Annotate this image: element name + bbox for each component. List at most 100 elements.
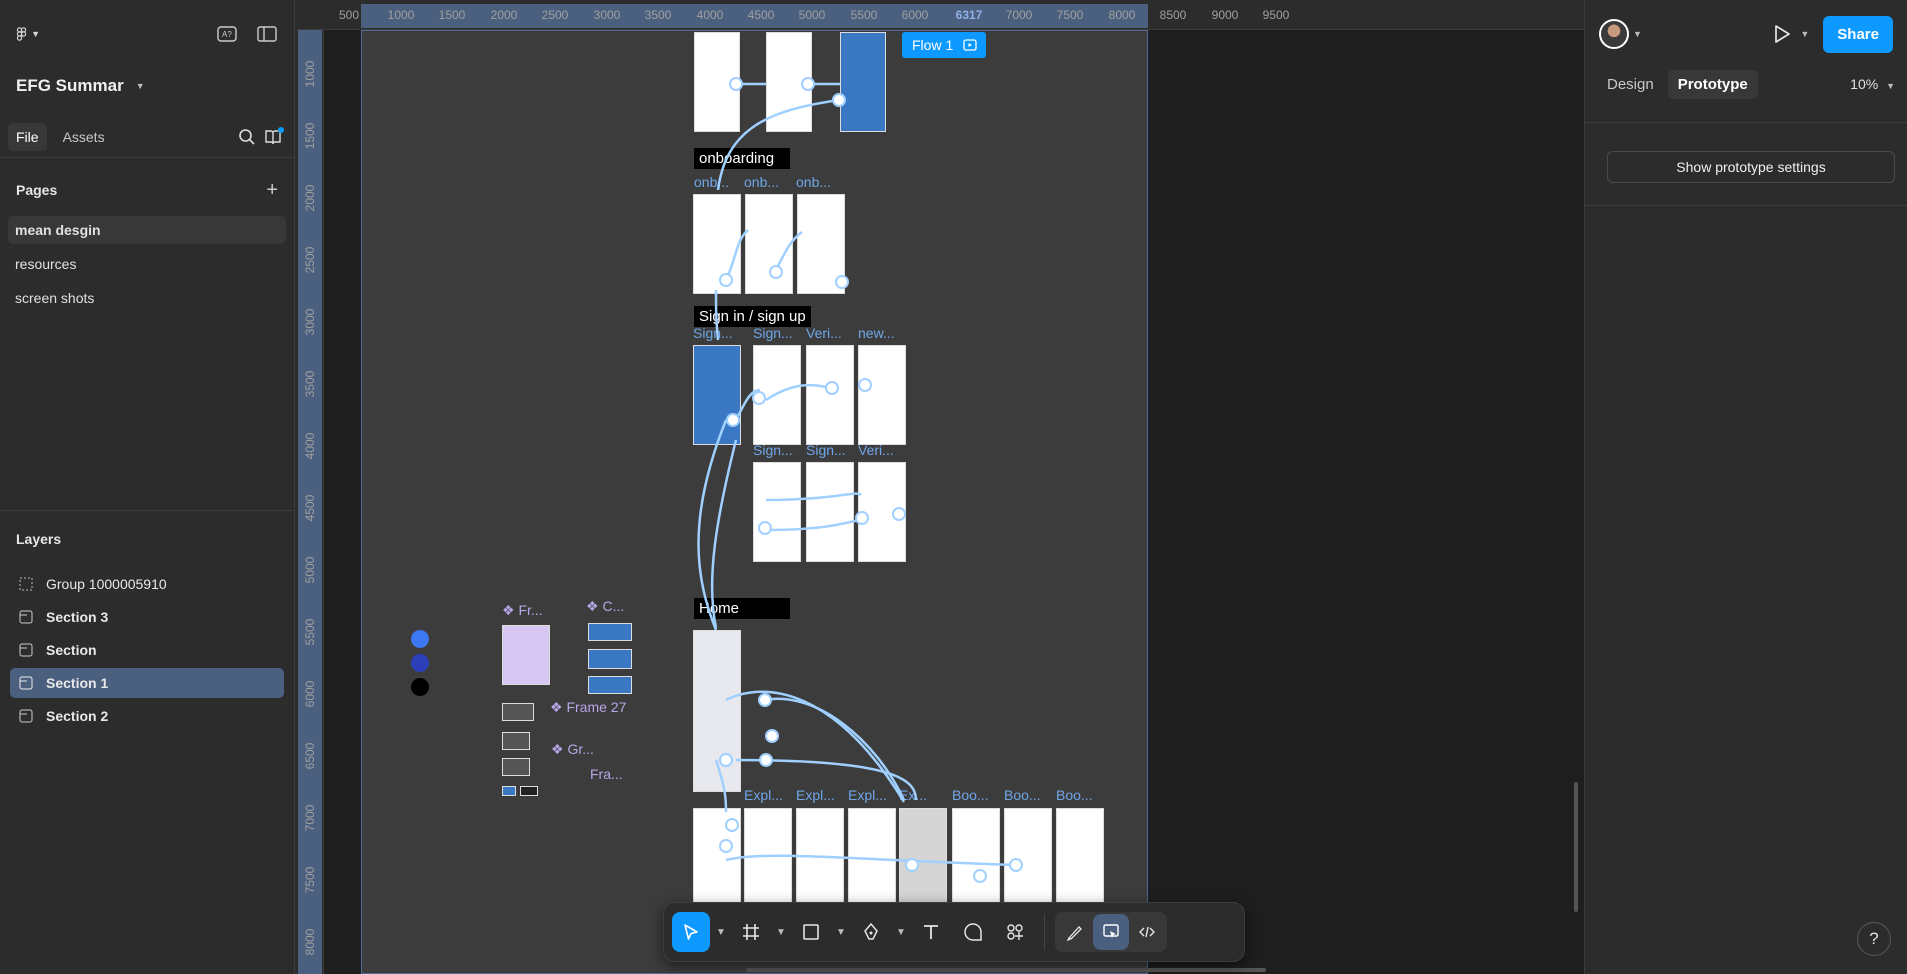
frame-thumbnail[interactable]: [1004, 808, 1052, 908]
add-page-button[interactable]: +: [266, 179, 278, 202]
frame-thumbnail[interactable]: [766, 32, 812, 132]
frame-label[interactable]: onb...: [796, 174, 831, 190]
main-menu-button[interactable]: ▼: [14, 21, 40, 47]
chevron-down-icon[interactable]: ▼: [1633, 29, 1642, 39]
flow-starting-point[interactable]: Flow 1: [902, 32, 986, 58]
frame-label[interactable]: Boo...: [952, 787, 989, 803]
section-label-home[interactable]: Home: [694, 598, 790, 619]
present-button[interactable]: ▼: [1770, 23, 1809, 45]
pen-tool-button[interactable]: [852, 912, 890, 952]
frame-thumbnail[interactable]: [848, 808, 896, 908]
color-swatch[interactable]: [411, 630, 429, 648]
component-thumbnail[interactable]: [502, 786, 516, 796]
frame-thumbnail[interactable]: [858, 345, 906, 445]
frame-thumbnail[interactable]: [753, 345, 801, 445]
frame-label[interactable]: Sign...: [693, 325, 733, 341]
comment-tool-button[interactable]: [954, 912, 992, 952]
tab-prototype[interactable]: Prototype: [1667, 69, 1758, 99]
share-button[interactable]: Share: [1823, 15, 1893, 53]
section-label-onboarding[interactable]: onboarding: [694, 148, 790, 169]
component-thumbnail[interactable]: [588, 623, 632, 641]
design-mode-button[interactable]: [1093, 914, 1129, 950]
frame-label[interactable]: Expl...: [744, 787, 783, 803]
frame-label[interactable]: Boo...: [1056, 787, 1093, 803]
frame-thumbnail[interactable]: [858, 462, 906, 562]
frame-thumbnail[interactable]: [806, 462, 854, 562]
layer-item[interactable]: Section 2: [10, 701, 284, 731]
frame-thumbnail[interactable]: [693, 345, 741, 445]
component-label[interactable]: ❖ C...: [586, 598, 624, 615]
component-label[interactable]: ❖ Gr...: [551, 741, 594, 758]
frame-thumbnail[interactable]: [693, 808, 741, 908]
tab-assets[interactable]: Assets: [55, 123, 113, 151]
library-button[interactable]: [260, 124, 286, 150]
page-item[interactable]: mean desgin: [8, 216, 286, 244]
component-thumbnail[interactable]: [588, 676, 632, 694]
frame-thumbnail[interactable]: [899, 808, 947, 908]
move-tool-menu[interactable]: ▼: [714, 912, 728, 952]
frame-thumbnail[interactable]: [694, 32, 740, 132]
tab-file[interactable]: File: [8, 122, 47, 151]
page-item[interactable]: resources: [8, 250, 286, 278]
frame-thumbnail[interactable]: [744, 808, 792, 908]
component-thumbnail[interactable]: [520, 786, 538, 796]
frame-label[interactable]: onb...: [744, 174, 779, 190]
move-tool-button[interactable]: [672, 912, 710, 952]
frame-label[interactable]: Ex...: [899, 787, 927, 803]
zoom-dropdown[interactable]: 10% ▼: [1850, 76, 1895, 92]
frame-thumbnail[interactable]: [840, 32, 886, 132]
toggle-sidebar-button[interactable]: [254, 21, 280, 47]
text-tool-button[interactable]: [912, 912, 950, 952]
file-name-button[interactable]: EFG Summar ▼: [0, 68, 294, 104]
color-swatch[interactable]: [411, 678, 429, 696]
component-label[interactable]: ❖ Fr...: [502, 602, 543, 619]
frame-label[interactable]: Veri...: [806, 325, 842, 341]
search-button[interactable]: [234, 124, 260, 150]
component-thumbnail[interactable]: [502, 625, 550, 685]
frame-thumbnail[interactable]: [797, 194, 845, 294]
actions-button[interactable]: [996, 912, 1034, 952]
frame-thumbnail[interactable]: [753, 462, 801, 562]
frame-thumbnail[interactable]: [806, 345, 854, 445]
ai-button[interactable]: A?: [214, 21, 240, 47]
frame-thumbnail[interactable]: [952, 808, 1000, 908]
frame-tool-button[interactable]: [732, 912, 770, 952]
frame-thumbnail[interactable]: [1056, 808, 1104, 908]
pen-tool-menu[interactable]: ▼: [894, 912, 908, 952]
tab-design[interactable]: Design: [1597, 70, 1664, 99]
color-swatch[interactable]: [411, 654, 429, 672]
frame-thumbnail[interactable]: [745, 194, 793, 294]
frame-tool-menu[interactable]: ▼: [774, 912, 788, 952]
layer-item[interactable]: Section 1: [10, 668, 284, 698]
avatar[interactable]: [1599, 19, 1629, 49]
component-thumbnail[interactable]: [502, 758, 530, 776]
shape-tool-menu[interactable]: ▼: [834, 912, 848, 952]
help-button[interactable]: ?: [1857, 922, 1891, 956]
horizontal-scrollbar[interactable]: [746, 968, 1266, 972]
component-thumbnail[interactable]: [502, 732, 530, 750]
layer-item[interactable]: Section: [10, 635, 284, 665]
canvas[interactable]: 0500100015002000250030003500400045005000…: [296, 0, 1584, 974]
layer-item[interactable]: Group 1000005910: [10, 569, 284, 599]
frame-label[interactable]: onb...: [694, 174, 729, 190]
draw-mode-button[interactable]: [1057, 914, 1093, 950]
dev-mode-button[interactable]: [1129, 914, 1165, 950]
frame-thumbnail[interactable]: [693, 630, 741, 792]
component-thumbnail[interactable]: [588, 649, 632, 669]
component-label[interactable]: Fra...: [590, 766, 623, 782]
frame-thumbnail[interactable]: [693, 194, 741, 294]
component-thumbnail[interactable]: [502, 703, 534, 721]
show-prototype-settings-button[interactable]: Show prototype settings: [1607, 151, 1895, 183]
frame-label[interactable]: Expl...: [848, 787, 887, 803]
shape-tool-button[interactable]: [792, 912, 830, 952]
component-label[interactable]: ❖ Frame 27: [550, 699, 626, 716]
vertical-scrollbar[interactable]: [1574, 782, 1578, 912]
frame-label[interactable]: Boo...: [1004, 787, 1041, 803]
frame-label[interactable]: Sign...: [753, 325, 793, 341]
page-item[interactable]: screen shots: [8, 284, 286, 312]
frame-label[interactable]: new...: [858, 325, 895, 341]
frame-thumbnail[interactable]: [796, 808, 844, 908]
section-label-signin[interactable]: Sign in / sign up: [694, 306, 811, 327]
frame-label[interactable]: Expl...: [796, 787, 835, 803]
layer-item[interactable]: Section 3: [10, 602, 284, 632]
